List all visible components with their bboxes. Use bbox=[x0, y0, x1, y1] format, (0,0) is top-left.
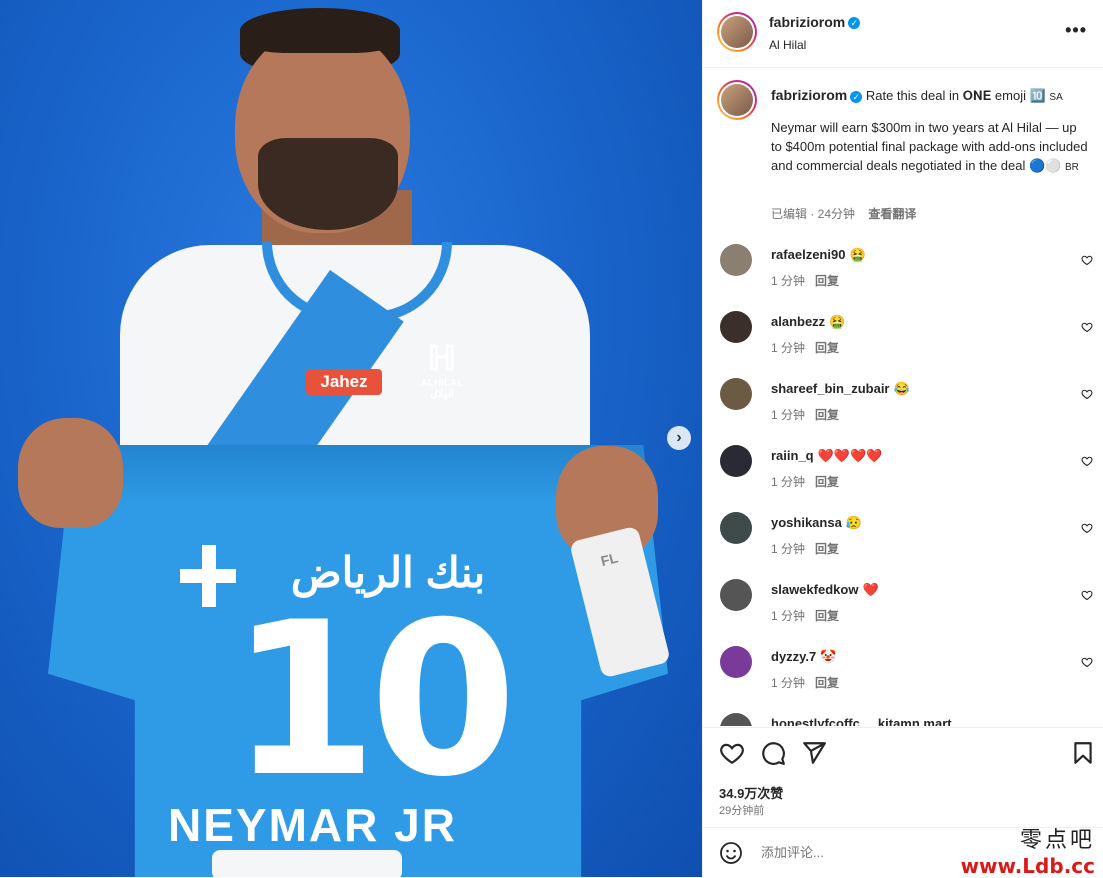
commenter-avatar[interactable] bbox=[720, 445, 752, 477]
commenter-avatar[interactable] bbox=[720, 244, 752, 276]
comment-time: 1 分钟 bbox=[771, 274, 806, 288]
commenter-username[interactable]: shareef_bin_zubair bbox=[771, 381, 890, 396]
bank-logo bbox=[180, 545, 236, 607]
commenter-avatar[interactable] bbox=[720, 311, 752, 343]
watermark-url: www.Ldb.cc bbox=[960, 854, 1095, 878]
comments-list[interactable]: rafaelzeni90 🤮 1 分钟 回复 alanbezz 🤮 1 分钟 回复 sharee… bbox=[703, 234, 1103, 726]
comment-text: ❤️ bbox=[862, 582, 879, 597]
comment-text: 🤮 bbox=[849, 247, 866, 262]
caption-author[interactable]: fabriziorom bbox=[771, 87, 847, 103]
comment-text: 😥 bbox=[845, 515, 863, 530]
club-crest: ℍ ALHILAL الهلال bbox=[420, 340, 464, 400]
reply-button[interactable]: 回复 bbox=[815, 274, 839, 288]
caption-edited: 已编辑 · 24分钟 bbox=[771, 207, 856, 221]
jersey-number: 10 bbox=[230, 576, 517, 823]
post-sidebar: fabriziorom ✓ Al Hilal ••• fabriziorom ✓ R… bbox=[702, 0, 1103, 878]
comment-heart-icon[interactable] bbox=[1081, 388, 1093, 400]
comment-icon[interactable] bbox=[760, 740, 786, 766]
comment-heart-icon[interactable] bbox=[1081, 321, 1093, 333]
comment-row: rafaelzeni90 🤮 1 分钟 回复 bbox=[703, 234, 1103, 301]
comment-time: 1 分钟 bbox=[771, 475, 806, 489]
author-avatar[interactable] bbox=[717, 12, 757, 52]
comment-heart-icon[interactable] bbox=[1081, 656, 1093, 668]
bookmark-icon[interactable] bbox=[1070, 740, 1096, 766]
comment-row: slawekfedkow ❤️ 1 分钟 回复 bbox=[703, 569, 1103, 636]
commenter-avatar[interactable] bbox=[720, 713, 752, 726]
post-header: fabriziorom ✓ Al Hilal ••• bbox=[703, 0, 1103, 68]
comment-heart-icon[interactable] bbox=[1081, 254, 1093, 266]
send-icon[interactable] bbox=[801, 740, 827, 766]
comment-text: ❤️❤️❤️❤️ bbox=[817, 448, 883, 463]
flag-br: BR bbox=[1065, 162, 1079, 173]
left-hand bbox=[18, 418, 123, 528]
comment-time: 1 分钟 bbox=[771, 542, 806, 556]
reply-button[interactable]: 回复 bbox=[815, 408, 839, 422]
watermark-cn: 零点吧 bbox=[1019, 828, 1095, 853]
likes-count[interactable]: 34.9万次赞 bbox=[719, 783, 783, 802]
comment-row-partial: honestlyfcoffc ... kitamn.mart bbox=[703, 703, 1103, 726]
verified-icon: ✓ bbox=[848, 16, 861, 29]
comment-text: 🤡 bbox=[820, 649, 837, 664]
comment-row: alanbezz 🤮 1 分钟 回复 bbox=[703, 301, 1103, 368]
reply-button[interactable]: 回复 bbox=[815, 475, 839, 489]
post-location[interactable]: Al Hilal bbox=[769, 38, 860, 52]
comment-text: 😂 bbox=[893, 381, 910, 396]
carousel-next-button[interactable]: › bbox=[667, 426, 691, 450]
comment-time: 1 分钟 bbox=[771, 609, 806, 623]
club-crest-mark: ℍ bbox=[427, 340, 457, 378]
action-bar: 34.9万次赞 29分钟前 bbox=[703, 727, 1103, 828]
comment-heart-icon[interactable] bbox=[1081, 522, 1093, 534]
caption-meta: 已编辑 · 24分钟 查看翻译 bbox=[771, 205, 916, 222]
club-crest-name: ALHILAL bbox=[420, 378, 464, 389]
verified-icon: ✓ bbox=[850, 90, 863, 103]
author-username[interactable]: fabriziorom bbox=[769, 14, 845, 30]
jersey-name: NEYMAR JR bbox=[168, 799, 457, 851]
caption-text: fabriziorom ✓ Rate this deal in 𝐎𝐍𝐄 emoji… bbox=[771, 86, 1091, 177]
flag-sa: SA bbox=[1049, 92, 1063, 103]
smiley-icon[interactable] bbox=[719, 841, 743, 865]
commenter-username[interactable]: raiin_q bbox=[771, 448, 814, 463]
post-image[interactable]: Jahez ℍ ALHILAL الهلال بنك الرياض 10 NEY… bbox=[0, 0, 702, 877]
comment-row: yoshikansa 😥 1 分钟 回复 bbox=[703, 502, 1103, 569]
comment-row: raiin_q ❤️❤️❤️❤️ 1 分钟 回复 bbox=[703, 435, 1103, 502]
commenter-username[interactable]: slawekfedkow bbox=[771, 582, 858, 597]
commenter-avatar[interactable] bbox=[720, 646, 752, 678]
commenter-username[interactable]: yoshikansa bbox=[771, 515, 842, 530]
caption-body: Neymar will earn $300m in two years at A… bbox=[771, 120, 1088, 173]
commenter-avatar[interactable] bbox=[720, 579, 752, 611]
add-comment-bar: 零点吧 www.Ldb.cc bbox=[703, 827, 1103, 878]
comment-time: 1 分钟 bbox=[771, 408, 806, 422]
comment-time: 1 分钟 bbox=[771, 676, 806, 690]
reply-button[interactable]: 回复 bbox=[815, 542, 839, 556]
club-crest-name-ar: الهلال bbox=[430, 389, 454, 400]
reply-button[interactable]: 回复 bbox=[815, 609, 839, 623]
player-beard bbox=[258, 138, 398, 230]
comment-heart-icon[interactable] bbox=[1081, 455, 1093, 467]
comment-row: dyzzy.7 🤡 1 分钟 回复 bbox=[703, 636, 1103, 703]
more-options-icon[interactable]: ••• bbox=[1065, 20, 1087, 41]
comment-row: shareef_bin_zubair 😂 1 分钟 回复 bbox=[703, 368, 1103, 435]
caption-author-avatar[interactable] bbox=[717, 80, 757, 120]
post-time: 29分钟前 bbox=[719, 805, 765, 817]
reply-button[interactable]: 回复 bbox=[815, 676, 839, 690]
caption-line1: Rate this deal in 𝐎𝐍𝐄 emoji 🔟 bbox=[865, 88, 1046, 103]
commenter-username[interactable]: dyzzy.7 bbox=[771, 649, 816, 664]
heart-icon[interactable] bbox=[719, 740, 745, 766]
commenter-username[interactable]: rafaelzeni90 bbox=[771, 247, 845, 262]
comment-time: 1 分钟 bbox=[771, 341, 806, 355]
partial-comment[interactable]: honestlyfcoffc ... kitamn.mart bbox=[771, 716, 952, 726]
collar-tag bbox=[212, 850, 402, 877]
reply-button[interactable]: 回复 bbox=[815, 341, 839, 355]
instagram-post: Jahez ℍ ALHILAL الهلال بنك الرياض 10 NEY… bbox=[0, 0, 1103, 878]
comment-heart-icon[interactable] bbox=[1081, 589, 1093, 601]
translate-link[interactable]: 查看翻译 bbox=[868, 207, 916, 221]
watermark: 零点吧 www.Ldb.cc bbox=[961, 822, 1095, 878]
commenter-avatar[interactable] bbox=[720, 378, 752, 410]
commenter-avatar[interactable] bbox=[720, 512, 752, 544]
commenter-username[interactable]: alanbezz bbox=[771, 314, 825, 329]
sponsor-badge: Jahez bbox=[306, 369, 382, 395]
comment-text: 🤮 bbox=[829, 314, 846, 329]
